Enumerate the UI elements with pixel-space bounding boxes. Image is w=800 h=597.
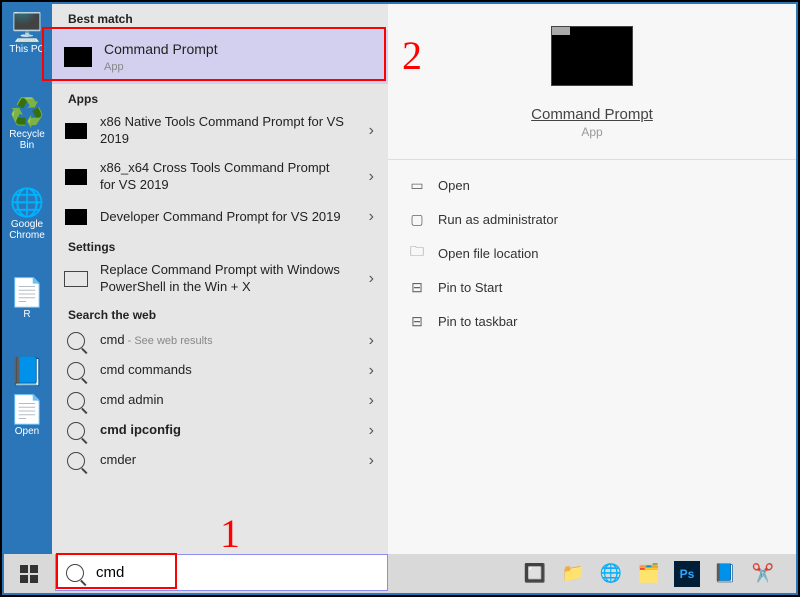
pin-start-icon: ⊟ bbox=[404, 278, 430, 296]
admin-icon: ▢ bbox=[404, 210, 430, 228]
apps-header: Apps bbox=[52, 84, 388, 110]
chevron-right-icon[interactable]: › bbox=[369, 168, 374, 186]
file-location-icon: 🗀 bbox=[404, 244, 430, 262]
web-result-cmder[interactable]: cmder › bbox=[52, 446, 388, 476]
cmd-large-icon bbox=[551, 26, 633, 86]
chevron-right-icon[interactable]: › bbox=[369, 392, 374, 410]
app-result-x86-native[interactable]: x86 Native Tools Command Prompt for VS 2… bbox=[52, 110, 388, 152]
settings-icon bbox=[62, 268, 90, 290]
cmd-icon bbox=[62, 206, 90, 228]
cmd-icon bbox=[62, 120, 90, 142]
annotation-box-1 bbox=[56, 553, 177, 589]
desktop: 🖥️This PC ♻️Recycle Bin 🌐Google Chrome 📄… bbox=[2, 2, 52, 562]
detail-title[interactable]: Command Prompt bbox=[531, 106, 653, 123]
detail-panel: Command Prompt App ▭Open ▢Run as adminis… bbox=[388, 4, 796, 557]
chevron-right-icon[interactable]: › bbox=[369, 362, 374, 380]
action-open-location[interactable]: 🗀Open file location bbox=[404, 236, 780, 270]
action-pin-start[interactable]: ⊟Pin to Start bbox=[404, 270, 780, 304]
chevron-right-icon[interactable]: › bbox=[369, 332, 374, 350]
annotation-number-2: 2 bbox=[402, 32, 422, 79]
search-icon bbox=[62, 420, 90, 442]
app-result-developer-cmd[interactable]: Developer Command Prompt for VS 2019 › bbox=[52, 202, 388, 232]
desktop-icon-chrome[interactable]: 🌐Google Chrome bbox=[2, 185, 52, 241]
separator bbox=[388, 159, 796, 160]
taskbar-app-4[interactable]: 🗂️ bbox=[636, 561, 662, 587]
web-result-cmd-admin[interactable]: cmd admin › bbox=[52, 386, 388, 416]
cmd-icon bbox=[62, 166, 90, 188]
search-icon bbox=[62, 330, 90, 352]
settings-result-replace-cmd[interactable]: Replace Command Prompt with Windows Powe… bbox=[52, 258, 388, 300]
desktop-icon-6[interactable]: 📘 bbox=[2, 354, 52, 388]
desktop-icon-4[interactable]: 📄R bbox=[2, 275, 52, 320]
web-result-cmd-commands[interactable]: cmd commands › bbox=[52, 356, 388, 386]
taskbar-app-1[interactable]: 🔲 bbox=[522, 561, 548, 587]
web-result-cmd[interactable]: cmd - See web results › bbox=[52, 326, 388, 356]
pin-taskbar-icon: ⊟ bbox=[404, 312, 430, 330]
search-results-panel: Best match Command Prompt App Apps x86 N… bbox=[52, 4, 388, 557]
app-result-x86-x64[interactable]: x86_x64 Cross Tools Command Prompt for V… bbox=[52, 156, 388, 198]
taskbar-app-chrome[interactable]: 🌐 bbox=[598, 561, 624, 587]
open-icon: ▭ bbox=[404, 176, 430, 194]
detail-type: App bbox=[581, 125, 602, 139]
search-icon bbox=[62, 390, 90, 412]
taskbar-app-ps[interactable]: Ps bbox=[674, 561, 700, 587]
annotation-box-2 bbox=[42, 27, 386, 81]
taskbar-app-explorer[interactable]: 📁 bbox=[560, 561, 586, 587]
search-icon bbox=[62, 360, 90, 382]
action-pin-taskbar[interactable]: ⊟Pin to taskbar bbox=[404, 304, 780, 338]
chevron-right-icon[interactable]: › bbox=[369, 270, 374, 288]
chevron-right-icon[interactable]: › bbox=[369, 422, 374, 440]
taskbar-app-6[interactable]: 📘 bbox=[712, 561, 738, 587]
desktop-icon-7[interactable]: 📄Open bbox=[2, 392, 52, 437]
chevron-right-icon[interactable]: › bbox=[369, 122, 374, 140]
web-header: Search the web bbox=[52, 300, 388, 326]
taskbar-app-snip[interactable]: ✂️ bbox=[750, 561, 776, 587]
annotation-number-1: 1 bbox=[220, 510, 240, 557]
settings-header: Settings bbox=[52, 232, 388, 258]
windows-logo-icon bbox=[20, 565, 38, 583]
search-icon bbox=[62, 450, 90, 472]
web-result-cmd-ipconfig[interactable]: cmd ipconfig › bbox=[52, 416, 388, 446]
chevron-right-icon[interactable]: › bbox=[369, 208, 374, 226]
desktop-icon-recycle[interactable]: ♻️Recycle Bin bbox=[2, 95, 52, 151]
action-run-admin[interactable]: ▢Run as administrator bbox=[404, 202, 780, 236]
start-button[interactable] bbox=[4, 554, 54, 593]
chevron-right-icon[interactable]: › bbox=[369, 452, 374, 470]
action-open[interactable]: ▭Open bbox=[404, 168, 780, 202]
